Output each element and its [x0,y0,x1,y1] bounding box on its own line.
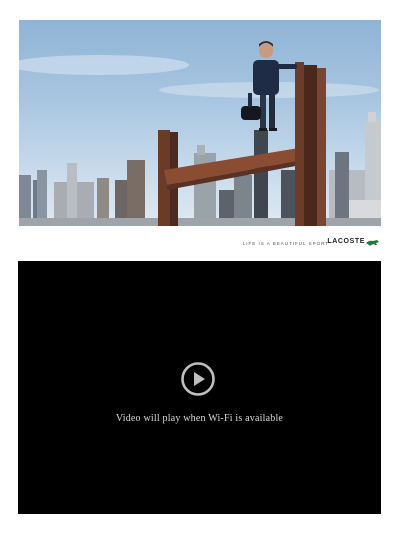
video-player[interactable]: Video will play when Wi-Fi is available [18,261,381,514]
video-unavailable-message: Video will play when Wi-Fi is available [115,413,284,424]
crocodile-logo-icon [366,240,379,246]
city-skyline-illustration [19,41,381,226]
brand-tagline: LIFE IS A BEAUTIFUL SPORT [242,241,329,246]
play-icon[interactable] [181,362,215,396]
brand-strip: LIFE IS A BEAUTIFUL SPORT LACOSTE [19,226,381,260]
brand-wordmark: LACOSTE [327,238,365,245]
ad-photo [19,20,381,226]
